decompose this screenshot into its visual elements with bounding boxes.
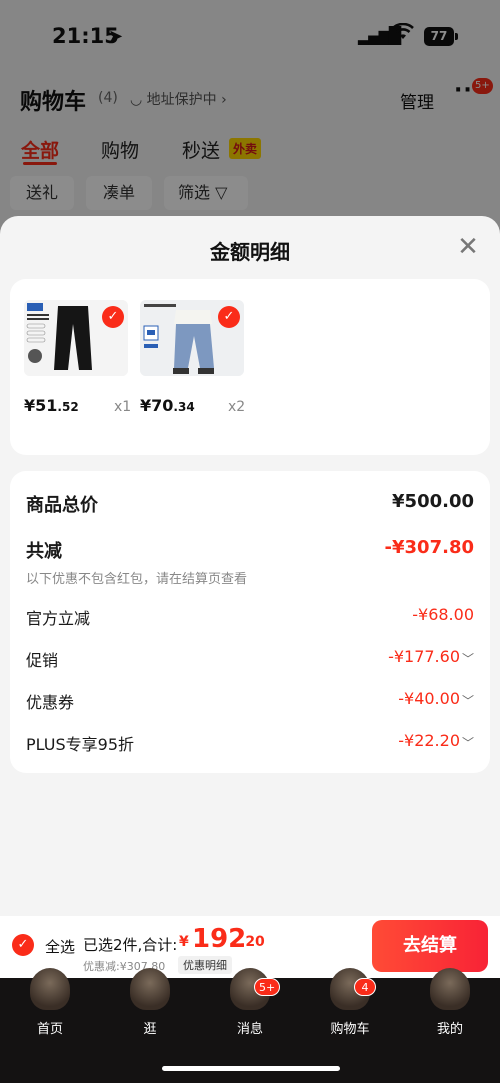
- tab-messages[interactable]: 5+ 消息: [200, 968, 300, 1038]
- tab-me[interactable]: 我的: [400, 968, 500, 1038]
- discount-item-row[interactable]: PLUS专享95折 -¥22.20 ﹀: [26, 731, 474, 757]
- total-currency: ¥: [179, 934, 189, 950]
- discount-note: 以下优惠不包含红包，请在结算页查看: [26, 572, 248, 587]
- chevron-down-icon[interactable]: ﹀: [462, 650, 474, 667]
- price-summary-card: 商品总价 ¥500.00 共减 -¥307.80 以下优惠不包含红包，请在结算页…: [10, 471, 490, 773]
- product-price-decimal: .34: [173, 400, 195, 414]
- discount-item-row: 官方立减 -¥68.00: [26, 605, 474, 631]
- discount-item-row[interactable]: 优惠券 -¥40.00 ﹀: [26, 689, 474, 715]
- product-price: ¥51.52: [24, 396, 79, 415]
- discount-item-row[interactable]: 促销 -¥177.60 ﹀: [26, 647, 474, 673]
- discount-value: -¥307.80: [384, 537, 474, 558]
- product-price-integer: ¥51: [24, 396, 58, 415]
- product-item[interactable]: ✓ ¥51.52 x1: [24, 300, 131, 415]
- discount-item-label: 促销: [26, 651, 59, 670]
- checkout-button[interactable]: 去结算: [372, 920, 488, 972]
- tab-label: 我的: [436, 1022, 463, 1037]
- discount-item-label: 官方立减: [26, 609, 91, 628]
- total-value: ¥500.00: [392, 491, 474, 512]
- chevron-down-icon[interactable]: ﹀: [462, 692, 474, 709]
- product-card: ✓ ¥51.52 x1 ✓ ¥70.34 x2: [10, 279, 490, 455]
- product-price-decimal: .52: [57, 400, 79, 414]
- discount-note-row: 以下优惠不包含红包，请在结算页查看: [26, 568, 474, 588]
- messages-badge: 5+: [254, 978, 281, 996]
- discount-item-value: -¥177.60: [388, 647, 460, 666]
- product-image: ✓: [24, 300, 128, 376]
- discount-row: 共减 -¥307.80: [26, 537, 474, 565]
- chevron-down-icon[interactable]: ﹀: [462, 734, 474, 751]
- total-row: 商品总价 ¥500.00: [26, 491, 474, 519]
- select-all-checkbox[interactable]: ✓: [12, 934, 34, 956]
- tab-browse[interactable]: 逛: [100, 968, 200, 1038]
- tab-label: 逛: [143, 1022, 157, 1037]
- home-indicator: [162, 1066, 340, 1071]
- checkmark-icon[interactable]: ✓: [218, 306, 240, 328]
- discount-item-label: PLUS专享95折: [26, 735, 134, 754]
- checkmark-icon[interactable]: ✓: [102, 306, 124, 328]
- discount-item-value: -¥68.00: [412, 605, 474, 624]
- product-image: ✓: [140, 300, 244, 376]
- product-price-integer: ¥70: [140, 396, 174, 415]
- amount-detail-sheet: 金额明细 ✕ ✓ ¥51.52 x1 ✓ ¥70.34 x2 商品总价 ¥500…: [0, 216, 500, 916]
- select-all-label[interactable]: 全选: [45, 936, 75, 957]
- tab-cart[interactable]: 4 购物车: [300, 968, 400, 1038]
- tab-home[interactable]: 首页: [0, 968, 100, 1038]
- selected-summary: 已选2件,合计:: [83, 936, 178, 954]
- tab-label: 首页: [36, 1022, 63, 1037]
- sheet-title: 金额明细: [210, 240, 290, 264]
- profile-icon: [430, 968, 470, 1010]
- tab-label: 消息: [236, 1022, 263, 1037]
- product-item[interactable]: ✓ ¥70.34 x2: [140, 300, 245, 415]
- close-icon[interactable]: ✕: [454, 233, 482, 261]
- discount-item-label: 优惠券: [26, 693, 75, 712]
- product-qty: x2: [228, 399, 246, 415]
- total-label: 商品总价: [26, 495, 98, 516]
- total-amount: 192: [192, 924, 247, 954]
- product-qty: x1: [114, 399, 132, 415]
- product-price: ¥70.34: [140, 396, 195, 415]
- discount-label: 共减: [26, 541, 62, 562]
- total-amount-decimal: .20: [240, 934, 265, 950]
- home-icon: [30, 968, 70, 1010]
- discount-item-value: -¥40.00: [398, 689, 460, 708]
- browse-icon: [130, 968, 170, 1010]
- tab-label: 购物车: [330, 1022, 370, 1037]
- discount-detail-button[interactable]: 优惠明细: [178, 956, 232, 974]
- cart-badge: 4: [354, 978, 376, 996]
- discount-item-value: -¥22.20: [398, 731, 460, 750]
